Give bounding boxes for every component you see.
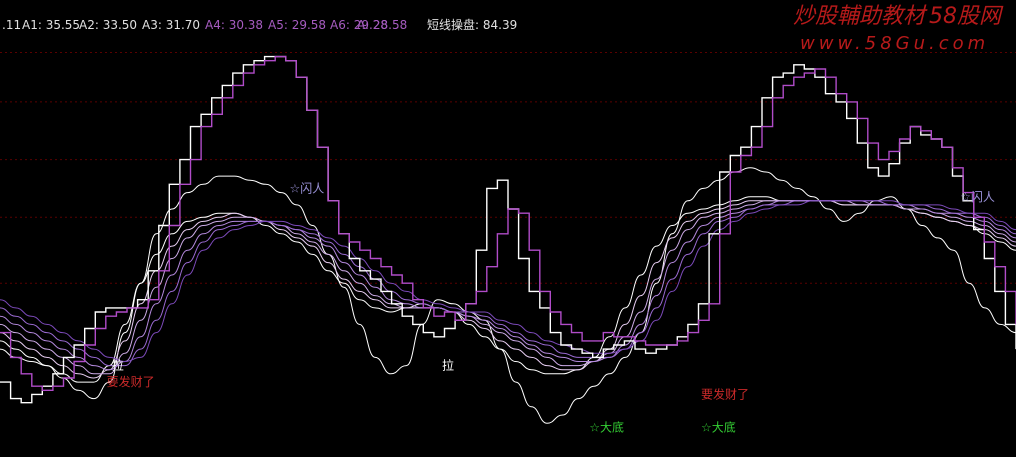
chart-area: 拉要发财了 ☆闪人拉 ☆大底 ☆大底 要发财了 ☆闪人 .11 A1: 35.55 A2:… xyxy=(0,0,1016,453)
header-bar: .11 A1: 35.55 A2: 33.50 A3: 31.70 A4: 30… xyxy=(2,17,517,32)
annotation-7: ☆闪人 xyxy=(960,190,995,204)
watermark-url: www.58Gu.com xyxy=(800,33,989,54)
header-a3: A3: 31.70 xyxy=(142,18,200,32)
annotation-2: ☆闪人 xyxy=(290,182,325,196)
chart-svg: 拉要发财了☆闪人拉☆大底 ☆大底要发财了☆闪人 .11 A1: 35.55 A2:… xyxy=(0,0,1016,453)
annotation-4: ☆大底 xyxy=(589,420,624,435)
watermark-brand: 炒股輔助教材 xyxy=(793,4,928,29)
header-prefix: .11 xyxy=(2,18,21,32)
header-a5: A5: 29.58 xyxy=(268,18,326,32)
annotation-3: 拉 xyxy=(442,358,454,373)
header-a2: A2: 33.50 xyxy=(79,18,137,32)
header-title: 短线操盘: 84.39 xyxy=(427,17,517,32)
annotation-5: ☆大底 xyxy=(701,420,736,435)
annotation-6: 要发财了 xyxy=(701,387,749,402)
annotation-1: 要发财了 xyxy=(107,374,155,389)
header-a1: A1: 35.55 xyxy=(22,18,80,32)
header-a4: A4: 30.38 xyxy=(205,18,263,32)
annotation-0: 拉 xyxy=(112,358,124,373)
watermark-brand-suffix: 58股网 xyxy=(929,4,1004,29)
header-a: A: 28.58 xyxy=(357,18,407,32)
